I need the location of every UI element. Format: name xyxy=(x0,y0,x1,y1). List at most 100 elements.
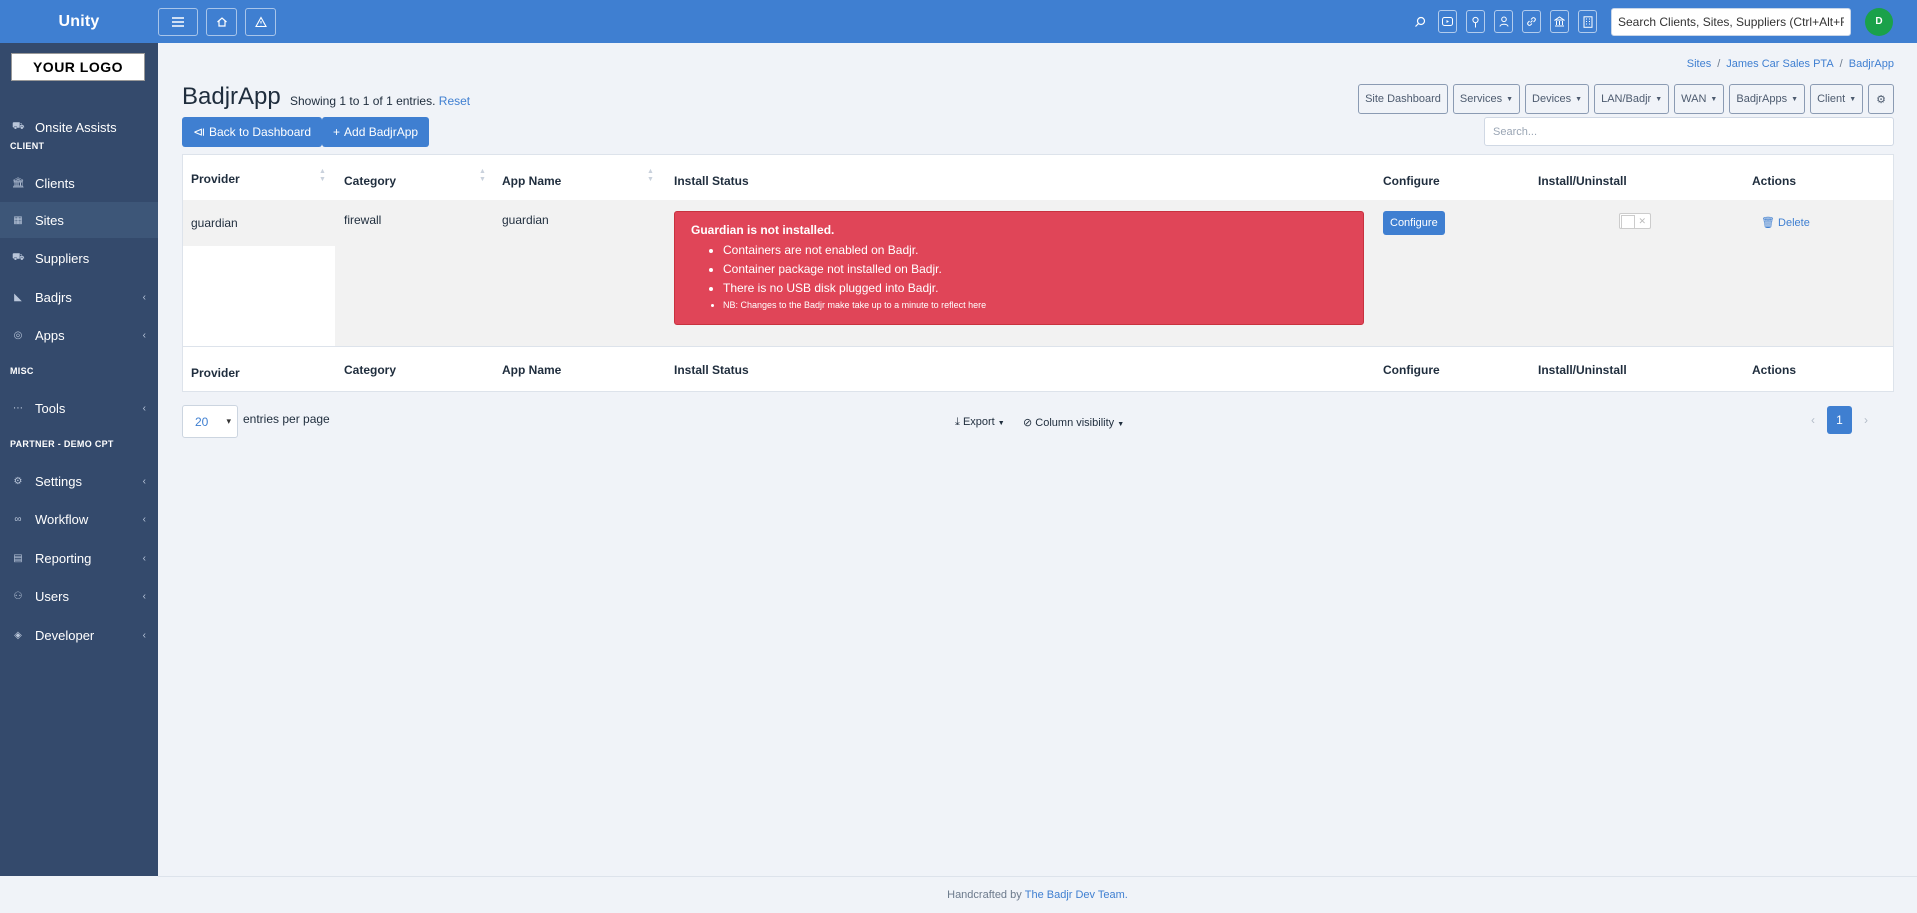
top-navbar: Unity D xyxy=(0,0,1917,43)
chevron-left-icon: ‹ xyxy=(142,590,146,602)
breadcrumb-current[interactable]: BadjrApp xyxy=(1849,58,1894,70)
next-page-icon[interactable]: › xyxy=(1864,413,1868,427)
hamburger-icon xyxy=(172,16,184,27)
plus-icon: + xyxy=(333,125,341,139)
column-header-category[interactable]: Category xyxy=(344,174,396,188)
sidebar-item-apps[interactable]: ◎ Apps ‹ xyxy=(0,317,158,353)
devices-dropdown[interactable]: Devices ▼ xyxy=(1525,84,1590,114)
table-search-input[interactable] xyxy=(1484,117,1894,146)
sidebar-item-label: Clients xyxy=(35,175,75,191)
link-icon: ∞ xyxy=(14,513,22,525)
footer-prefix: Handcrafted by xyxy=(947,889,1022,901)
per-page-value: 20 xyxy=(195,414,209,429)
sidebar-item-badjrs[interactable]: ◣ Badjrs ‹ xyxy=(0,279,158,315)
cell-category: firewall xyxy=(344,213,382,227)
page-1-button[interactable]: 1 xyxy=(1827,406,1852,434)
user-icon[interactable] xyxy=(1494,10,1513,33)
sidebar-section-misc: MISC xyxy=(10,366,34,376)
sidebar-item-label: Tools xyxy=(35,400,66,416)
sidebar: YOUR LOGO ⛟ Onsite Assists CLIENT 🏛︎ Cli… xyxy=(0,43,158,876)
sidebar-item-tools[interactable]: ⋯ Tools ‹ xyxy=(0,390,158,426)
home-button[interactable] xyxy=(206,7,237,36)
sidebar-item-label: Workflow xyxy=(35,511,89,527)
settings-icon: ⚙︎ xyxy=(13,475,23,487)
badjrapps-dropdown[interactable]: BadjrApps ▼ xyxy=(1729,84,1806,114)
column-visibility-dropdown[interactable]: ⊘ Column visibility ▼ xyxy=(1023,416,1124,429)
link-icon[interactable] xyxy=(1522,10,1541,33)
reset-link[interactable]: Reset xyxy=(439,94,470,108)
pill-label: Services xyxy=(1459,93,1503,105)
wan-dropdown[interactable]: WAN ▼ xyxy=(1674,84,1725,114)
chevron-left-icon: ‹ xyxy=(142,329,146,341)
close-icon: ✕ xyxy=(1638,215,1646,226)
sidebar-item-label: Suppliers xyxy=(35,250,90,266)
eye-slash-icon: ⊘ xyxy=(1023,417,1033,429)
configure-button[interactable]: Configure xyxy=(1383,211,1445,235)
sidebar-item-label: Users xyxy=(35,588,69,604)
install-status-alert: Guardian is not installed. Containers ar… xyxy=(674,211,1364,325)
caret-down-icon: ▼ xyxy=(1849,95,1857,103)
sidebar-item-workflow[interactable]: ∞ Workflow ‹ xyxy=(0,501,158,537)
install-toggle[interactable]: ✕ xyxy=(1619,213,1651,229)
user-avatar[interactable]: D xyxy=(1865,7,1893,36)
warning-icon xyxy=(254,15,267,27)
company-logo[interactable]: YOUR LOGO xyxy=(11,53,145,81)
sort-icon[interactable]: ▲ ▼ xyxy=(647,168,654,184)
column-visibility-label: Column visibility xyxy=(1035,417,1115,429)
previous-page-icon[interactable]: ‹ xyxy=(1811,413,1815,427)
pill-label: WAN xyxy=(1681,93,1707,105)
alert-item: Containers are not enabled on Badjr. xyxy=(723,241,1347,260)
column-header-app-name[interactable]: App Name xyxy=(502,174,561,188)
footer-link[interactable]: The Badjr Dev Team. xyxy=(1025,889,1128,901)
entries-per-page-select[interactable]: 20 ▾ xyxy=(182,405,238,438)
breadcrumb-sites[interactable]: Sites xyxy=(1687,58,1711,70)
breadcrumb-site[interactable]: James Car Sales PTA xyxy=(1726,58,1833,70)
client-dropdown[interactable]: Client ▼ xyxy=(1810,84,1864,114)
menu-toggle-button[interactable] xyxy=(158,7,198,36)
column-header-configure: Configure xyxy=(1383,174,1440,188)
site-dashboard-button[interactable]: Site Dashboard xyxy=(1358,84,1448,114)
lan-dropdown[interactable]: LAN/Badjr ▼ xyxy=(1594,84,1670,114)
global-search-input[interactable] xyxy=(1611,7,1851,36)
breadcrumb-separator: / xyxy=(1717,58,1721,70)
sidebar-item-reporting[interactable]: ▤ Reporting ‹ xyxy=(0,540,158,576)
add-badjrapp-button[interactable]: + Add BadjrApp xyxy=(322,117,430,147)
column-footer-provider: Provider xyxy=(191,366,240,380)
chevron-left-icon: ‹ xyxy=(142,629,146,641)
site-nav-pills: Site Dashboard Services ▼ Devices ▼ LAN/Ba… xyxy=(1358,84,1894,114)
sidebar-item-onsite-assists[interactable]: ⛟ Onsite Assists xyxy=(0,109,158,145)
sidebar-item-sites[interactable]: ▦ Sites xyxy=(0,202,158,238)
column-header-actions: Actions xyxy=(1752,174,1797,188)
column-footer-install-uninstall: Install/Uninstall xyxy=(1538,363,1627,377)
search-icon[interactable] xyxy=(1411,16,1429,28)
export-dropdown[interactable]: ⤓ Export ▼ xyxy=(955,416,1005,429)
sidebar-item-suppliers[interactable]: ⛟ Suppliers xyxy=(0,240,158,276)
sidebar-section-client: CLIENT xyxy=(10,141,45,151)
services-dropdown[interactable]: Services ▼ xyxy=(1452,84,1521,114)
sidebar-item-users[interactable]: ⚇ Users ‹ xyxy=(0,578,158,614)
gear-icon: ⚙︎ xyxy=(1876,93,1886,106)
sidebar-item-developer[interactable]: ◈ Developer ‹ xyxy=(0,617,158,653)
building-icon[interactable] xyxy=(1578,10,1597,33)
chevron-left-icon: ‹ xyxy=(142,475,146,487)
settings-pill-button[interactable]: ⚙︎ xyxy=(1868,84,1894,114)
chevron-left-icon: ‹ xyxy=(142,291,146,303)
truck-icon: ⛟ xyxy=(12,120,25,132)
alerts-button[interactable] xyxy=(245,7,276,36)
pill-label: Client xyxy=(1817,93,1846,105)
sort-icon[interactable]: ▲ ▼ xyxy=(319,168,326,184)
column-header-install-status: Install Status xyxy=(674,174,749,188)
brand-title[interactable]: Unity xyxy=(0,0,158,43)
caret-down-icon: ▼ xyxy=(1117,421,1125,428)
sort-icon[interactable]: ▲ ▼ xyxy=(479,168,486,184)
sidebar-item-label: Onsite Assists xyxy=(35,119,117,135)
bank-icon[interactable] xyxy=(1550,10,1569,33)
sidebar-item-clients[interactable]: 🏛︎ Clients xyxy=(0,165,158,201)
delete-link[interactable]: 🗑︎ Delete xyxy=(1761,216,1810,229)
video-icon[interactable] xyxy=(1438,10,1457,33)
sidebar-item-settings[interactable]: ⚙︎ Settings ‹ xyxy=(0,463,158,499)
column-header-provider[interactable]: Provider xyxy=(191,172,240,186)
bank-icon: 🏛︎ xyxy=(12,177,25,189)
pin-icon[interactable] xyxy=(1466,10,1485,33)
back-to-dashboard-button[interactable]: ⧏ Back to Dashboard xyxy=(182,117,323,147)
